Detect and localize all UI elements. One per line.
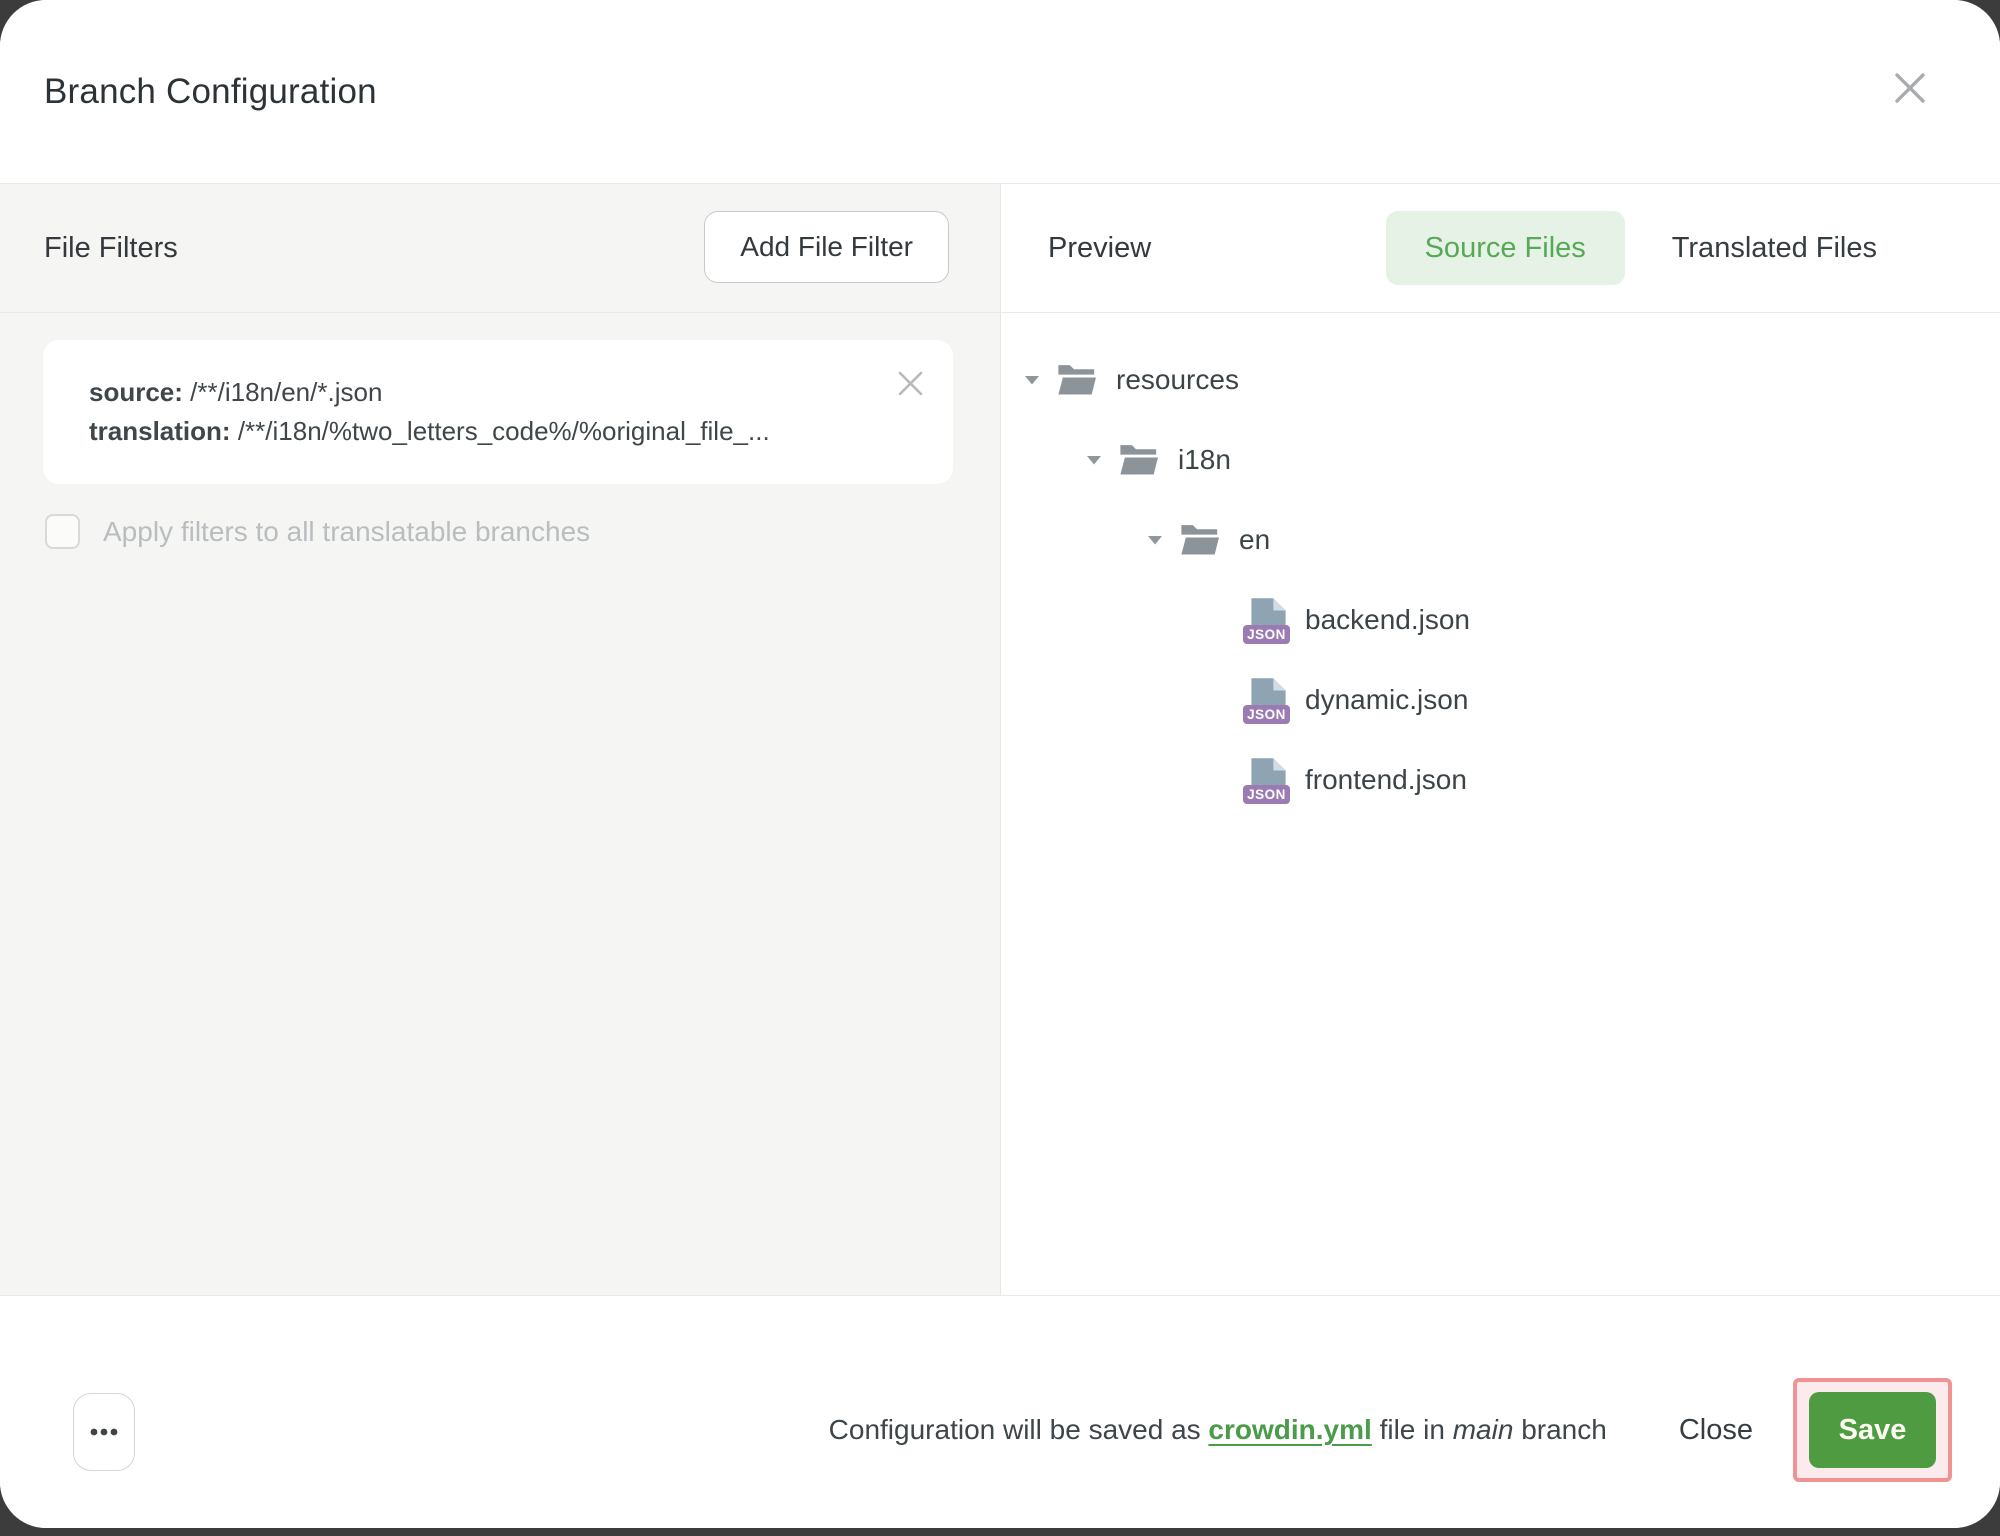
message-suffix: branch [1513, 1414, 1606, 1445]
branch-name: main [1453, 1414, 1514, 1445]
apply-filters-row: Apply filters to all translatable branch… [45, 514, 1000, 549]
json-badge: JSON [1243, 785, 1290, 804]
tree-row-en[interactable]: en [1001, 500, 2000, 580]
filter-source-line: source: /**/i18n/en/*.json [89, 373, 883, 412]
footer-actions: Configuration will be saved as crowdin.y… [829, 1378, 1952, 1482]
dialog-title: Branch Configuration [44, 72, 377, 112]
folder-open-icon [1117, 443, 1161, 477]
dialog-footer: Configuration will be saved as crowdin.y… [0, 1295, 2000, 1528]
json-file-icon: JSON [1243, 757, 1291, 804]
file-filters-panel: File Filters Add File Filter source: /**… [0, 184, 1001, 1295]
filter-translation-line: translation: /**/i18n/%two_letters_code%… [89, 412, 883, 451]
tree-row-resources[interactable]: resources [1001, 340, 2000, 420]
tab-translated-files[interactable]: Translated Files [1633, 211, 1916, 285]
tree-label: dynamic.json [1305, 684, 1468, 716]
file-filters-body: source: /**/i18n/en/*.json translation: … [0, 313, 1000, 549]
message-prefix: Configuration will be saved as [829, 1414, 1209, 1445]
file-tree: resources i18n [1001, 313, 2000, 820]
preview-header: Preview Source Files Translated Files [1001, 184, 2000, 313]
json-badge: JSON [1243, 625, 1290, 644]
json-file-icon: JSON [1243, 597, 1291, 644]
json-badge: JSON [1243, 705, 1290, 724]
file-filter-card[interactable]: source: /**/i18n/en/*.json translation: … [43, 340, 953, 484]
apply-filters-label: Apply filters to all translatable branch… [103, 516, 590, 548]
dialog-header: Branch Configuration [0, 0, 2000, 184]
caret-down-icon[interactable] [1085, 454, 1103, 466]
caret-down-icon[interactable] [1023, 374, 1041, 386]
filter-translation-value: /**/i18n/%two_letters_code%/%original_fi… [238, 416, 770, 446]
tree-label: backend.json [1305, 604, 1470, 636]
preview-heading: Preview [1048, 232, 1151, 265]
more-options-button[interactable] [73, 1393, 135, 1471]
file-filters-heading: File Filters [44, 232, 178, 265]
caret-down-icon[interactable] [1146, 534, 1164, 546]
tree-row-backend-json[interactable]: JSON backend.json [1001, 580, 2000, 660]
filter-source-label: source: [89, 377, 183, 407]
tab-source-files[interactable]: Source Files [1386, 211, 1625, 285]
remove-filter-x-icon [897, 370, 924, 397]
remove-filter-button[interactable] [895, 368, 925, 398]
close-dialog-button[interactable] [1890, 68, 1930, 108]
message-middle: file in [1372, 1414, 1453, 1445]
tree-row-i18n[interactable]: i18n [1001, 420, 2000, 500]
close-button[interactable]: Close [1679, 1414, 1753, 1447]
add-file-filter-button[interactable]: Add File Filter [704, 211, 949, 283]
filter-translation-label: translation: [89, 416, 231, 446]
tree-row-frontend-json[interactable]: JSON frontend.json [1001, 740, 2000, 820]
json-file-icon: JSON [1243, 677, 1291, 724]
save-button[interactable]: Save [1809, 1392, 1936, 1468]
folder-open-icon [1178, 523, 1222, 557]
crowdin-yml-link[interactable]: crowdin.yml [1208, 1414, 1371, 1445]
folder-open-icon [1055, 363, 1099, 397]
ellipsis-icon [90, 1428, 118, 1436]
close-icon [1893, 71, 1927, 105]
dialog-content: File Filters Add File Filter source: /**… [0, 184, 2000, 1295]
filter-source-value: /**/i18n/en/*.json [190, 377, 382, 407]
save-location-message: Configuration will be saved as crowdin.y… [829, 1414, 1607, 1446]
tree-label: resources [1116, 364, 1239, 396]
save-button-highlight: Save [1793, 1378, 1952, 1482]
tree-label: frontend.json [1305, 764, 1467, 796]
tree-label: i18n [1178, 444, 1231, 476]
preview-panel: Preview Source Files Translated Files [1001, 184, 2000, 1295]
file-filters-header: File Filters Add File Filter [0, 184, 1000, 313]
branch-configuration-dialog: Branch Configuration File Filters Add Fi… [0, 0, 2000, 1528]
tree-row-dynamic-json[interactable]: JSON dynamic.json [1001, 660, 2000, 740]
apply-filters-checkbox[interactable] [45, 514, 80, 549]
tree-label: en [1239, 524, 1270, 556]
